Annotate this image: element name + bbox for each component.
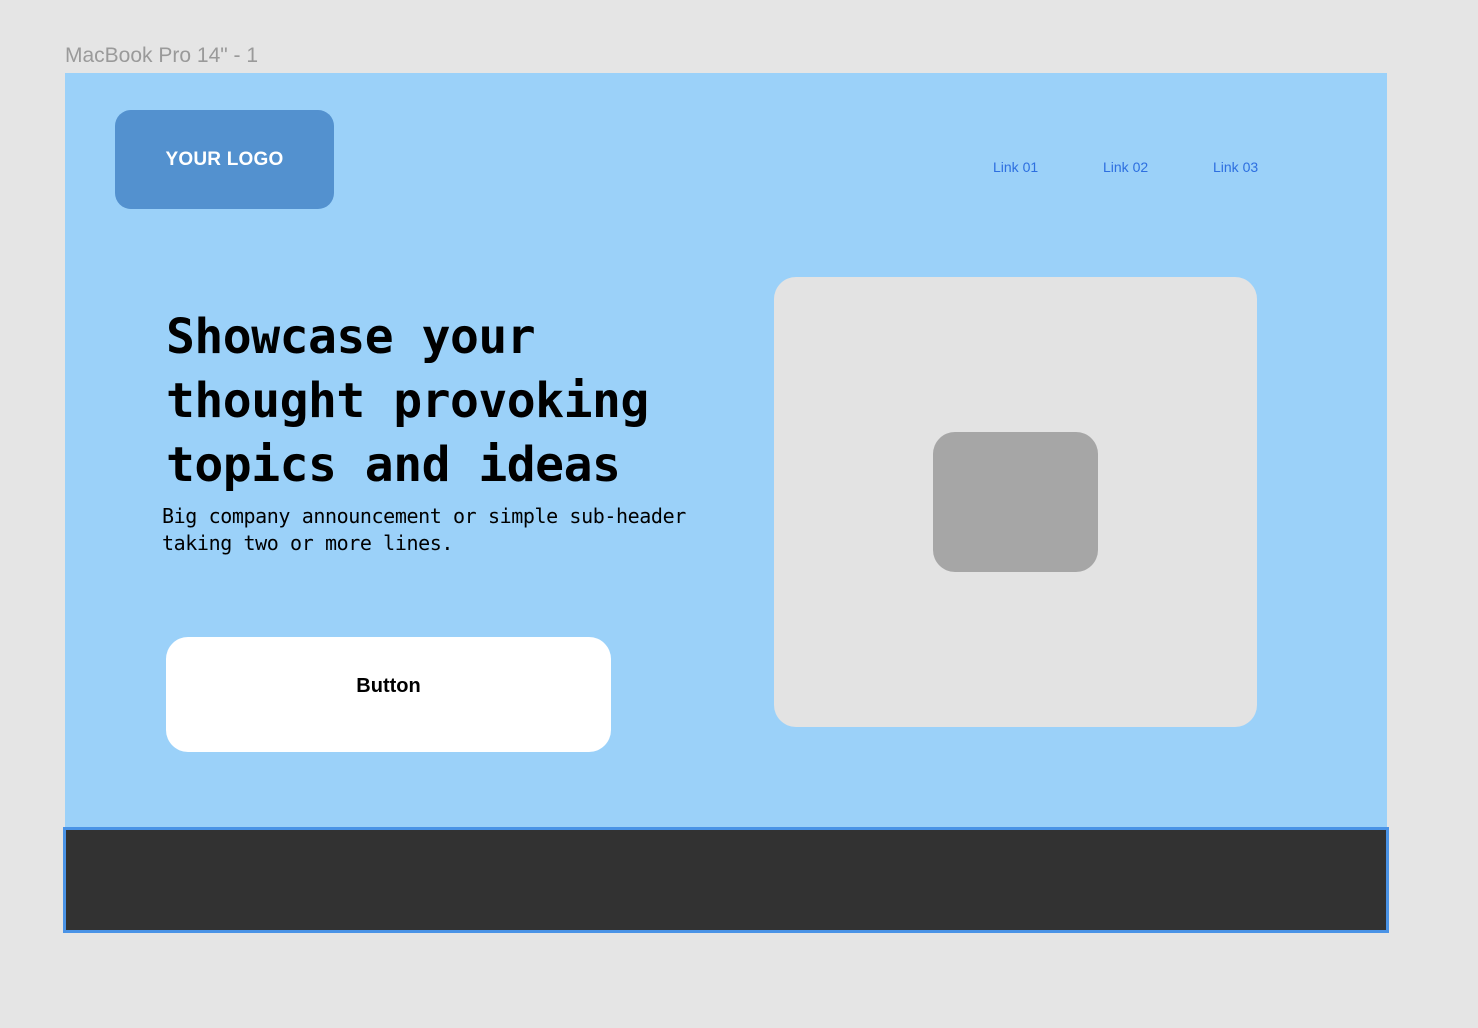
landing-page-frame: YOUR LOGO Link 01 Link 02 Link 03 Showca… <box>65 73 1387 829</box>
image-placeholder <box>774 277 1257 727</box>
nav-link-03[interactable]: Link 03 <box>1213 159 1323 175</box>
hero-subheader: Big company announcement or simple sub-h… <box>162 504 686 555</box>
hero-cta-button[interactable]: Button <box>166 637 611 752</box>
footer[interactable] <box>63 827 1389 933</box>
hero-headline: Showcase your thought provoking topics a… <box>166 309 649 493</box>
nav-link-02[interactable]: Link 02 <box>1103 159 1213 175</box>
image-placeholder-icon <box>933 432 1098 572</box>
frame-title[interactable]: MacBook Pro 14" - 1 <box>65 43 258 69</box>
top-nav: Link 01 Link 02 Link 03 <box>993 159 1323 175</box>
nav-link-01[interactable]: Link 01 <box>993 159 1103 175</box>
logo[interactable]: YOUR LOGO <box>115 110 334 209</box>
